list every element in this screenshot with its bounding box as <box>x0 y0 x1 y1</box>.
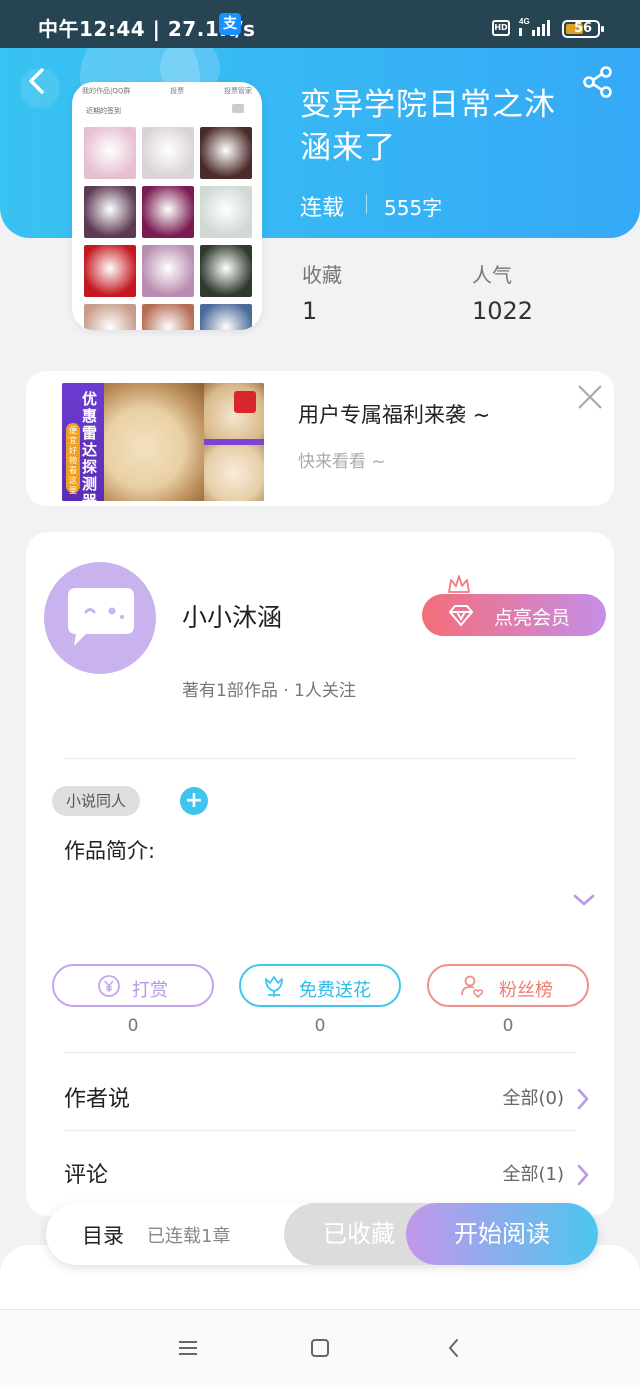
cover-header: 我的作品|QQ群 投票 投票管家 <box>82 86 252 96</box>
cover-thumbnail <box>142 245 194 297</box>
cover-thumbnail <box>200 127 252 179</box>
battery-level: 56 <box>573 21 593 36</box>
catalog-button[interactable]: 目录 <box>82 1220 124 1250</box>
author-says-label: 作者说 <box>64 1087 131 1112</box>
fans-ranking-button[interactable]: 粉丝榜 <box>427 964 589 1007</box>
cover-subtitle: 近期的签到 <box>86 107 121 115</box>
reward-count: 0 <box>127 1016 139 1036</box>
promo-title: 用户专属福利来袭 ~ <box>298 403 491 427</box>
genre-tag[interactable]: 小说同人 <box>52 786 141 816</box>
intro-label: 作品简介: <box>64 839 156 863</box>
reading-action-bar: 目录 已连载1章 已收藏 开始阅读 <box>46 1203 598 1265</box>
divider <box>64 1052 576 1053</box>
book-detail-screen: 中午12:44 | 27.1K/s 支 HD 4G 56 我的作品|QQ群 投票… <box>0 0 640 1387</box>
crown-icon <box>448 575 470 593</box>
flower-count: 0 <box>314 1016 326 1036</box>
fans-count: 0 <box>502 1016 514 1036</box>
cover-thumbnail <box>142 186 194 238</box>
chevron-right-icon <box>577 1164 589 1186</box>
home-icon[interactable] <box>308 1336 332 1360</box>
reward-button[interactable]: 打赏 <box>52 964 214 1007</box>
chevron-down-icon[interactable] <box>572 892 596 908</box>
add-tag-button[interactable]: + <box>180 787 208 815</box>
svg-text:4G: 4G <box>519 17 530 26</box>
alipay-icon: 支 <box>219 13 241 35</box>
start-reading-button[interactable]: 开始阅读 <box>406 1203 598 1265</box>
popularity-label: 人气 <box>472 263 512 287</box>
cashew-bowl <box>104 383 204 501</box>
popularity-value: 1022 <box>472 297 534 325</box>
cover-header-right: 投票管家 <box>223 87 252 95</box>
vip-button-label: 点亮会员 <box>494 607 571 629</box>
author-says-row[interactable]: 作者说 全部(0) <box>64 1081 594 1121</box>
fans-ranking-label: 粉丝榜 <box>499 980 553 1001</box>
signal-icon: 4G <box>519 17 550 36</box>
chat-bubble-icon <box>68 588 134 646</box>
cover-image-grid <box>84 127 252 330</box>
hd-icon: HD <box>492 20 510 36</box>
send-flower-button[interactable]: 免费送花 <box>239 964 401 1007</box>
comments-row[interactable]: 评论 全部(1) <box>64 1157 594 1197</box>
promo-image-text: 优惠雷达探测器 <box>82 390 98 502</box>
cover-thumbnail <box>84 127 136 179</box>
author-name[interactable]: 小小沐涵 <box>182 598 282 634</box>
cover-thumbnail <box>200 245 252 297</box>
back-icon[interactable] <box>442 1336 466 1360</box>
battery-icon: 56 <box>562 20 604 38</box>
reward-label: 打赏 <box>132 980 168 1001</box>
send-flower-label: 免费送花 <box>299 980 371 1001</box>
cover-thumbnail <box>84 304 136 330</box>
share-icon[interactable] <box>580 64 616 100</box>
cover-thumbnail <box>84 245 136 297</box>
divider <box>64 758 576 759</box>
book-title: 变异学院日常之沐涵来了 <box>300 87 556 166</box>
cover-header-left: 我的作品|QQ群 <box>82 87 131 95</box>
divider <box>366 194 367 214</box>
favorites-label: 收藏 <box>302 263 342 287</box>
chevron-right-icon <box>577 1088 589 1110</box>
author-meta: 著有1部作品 · 1人关注 <box>182 681 356 701</box>
cover-header-mid: 投票 <box>170 87 185 95</box>
promo-banner[interactable]: 优惠雷达探测器 便宜好物看这里 用户专属福利来袭 ~ 快来看看 ~ <box>26 371 614 506</box>
system-nav-bar <box>0 1309 640 1387</box>
promo-image: 优惠雷达探测器 便宜好物看这里 <box>62 383 264 501</box>
cover-thumbnail <box>84 186 136 238</box>
divider <box>64 1130 576 1131</box>
cashew-photo <box>204 445 264 501</box>
cover-thumbnail <box>142 304 194 330</box>
book-info-card: 小小沐涵 著有1部作品 · 1人关注 点亮会员 小说同人 + 作品简介: 打赏 <box>26 532 614 1216</box>
status-bar: 中午12:44 | 27.1K/s 支 HD 4G 56 <box>0 0 640 48</box>
back-arrow-icon[interactable] <box>22 64 52 98</box>
chapter-count: 已连载1章 <box>147 1226 231 1247</box>
diamond-icon <box>448 605 474 627</box>
brand-logo <box>234 391 256 413</box>
book-cover[interactable]: 我的作品|QQ群 投票 投票管家 近期的签到 <box>72 82 262 330</box>
cover-thumbnail <box>200 186 252 238</box>
word-count: 555字 <box>384 196 443 220</box>
cover-thumbnail <box>142 127 194 179</box>
user-heart-icon <box>461 975 484 999</box>
promo-subtitle: 快来看看 ~ <box>298 452 386 472</box>
favorites-value: 1 <box>302 297 318 325</box>
flower-icon <box>265 976 283 997</box>
close-icon[interactable] <box>574 381 606 413</box>
menu-icon[interactable] <box>176 1336 200 1360</box>
author-says-all[interactable]: 全部(0) <box>503 1084 565 1110</box>
cover-thumbnail <box>200 304 252 330</box>
yen-coin-icon <box>98 975 120 997</box>
cover-badge-icon <box>232 104 244 113</box>
comments-all[interactable]: 全部(1) <box>503 1160 565 1186</box>
promo-image-tag: 便宜好物看这里 <box>66 423 80 495</box>
comments-label: 评论 <box>64 1163 109 1188</box>
author-avatar[interactable] <box>44 562 156 674</box>
book-status: 连载 <box>300 196 345 221</box>
